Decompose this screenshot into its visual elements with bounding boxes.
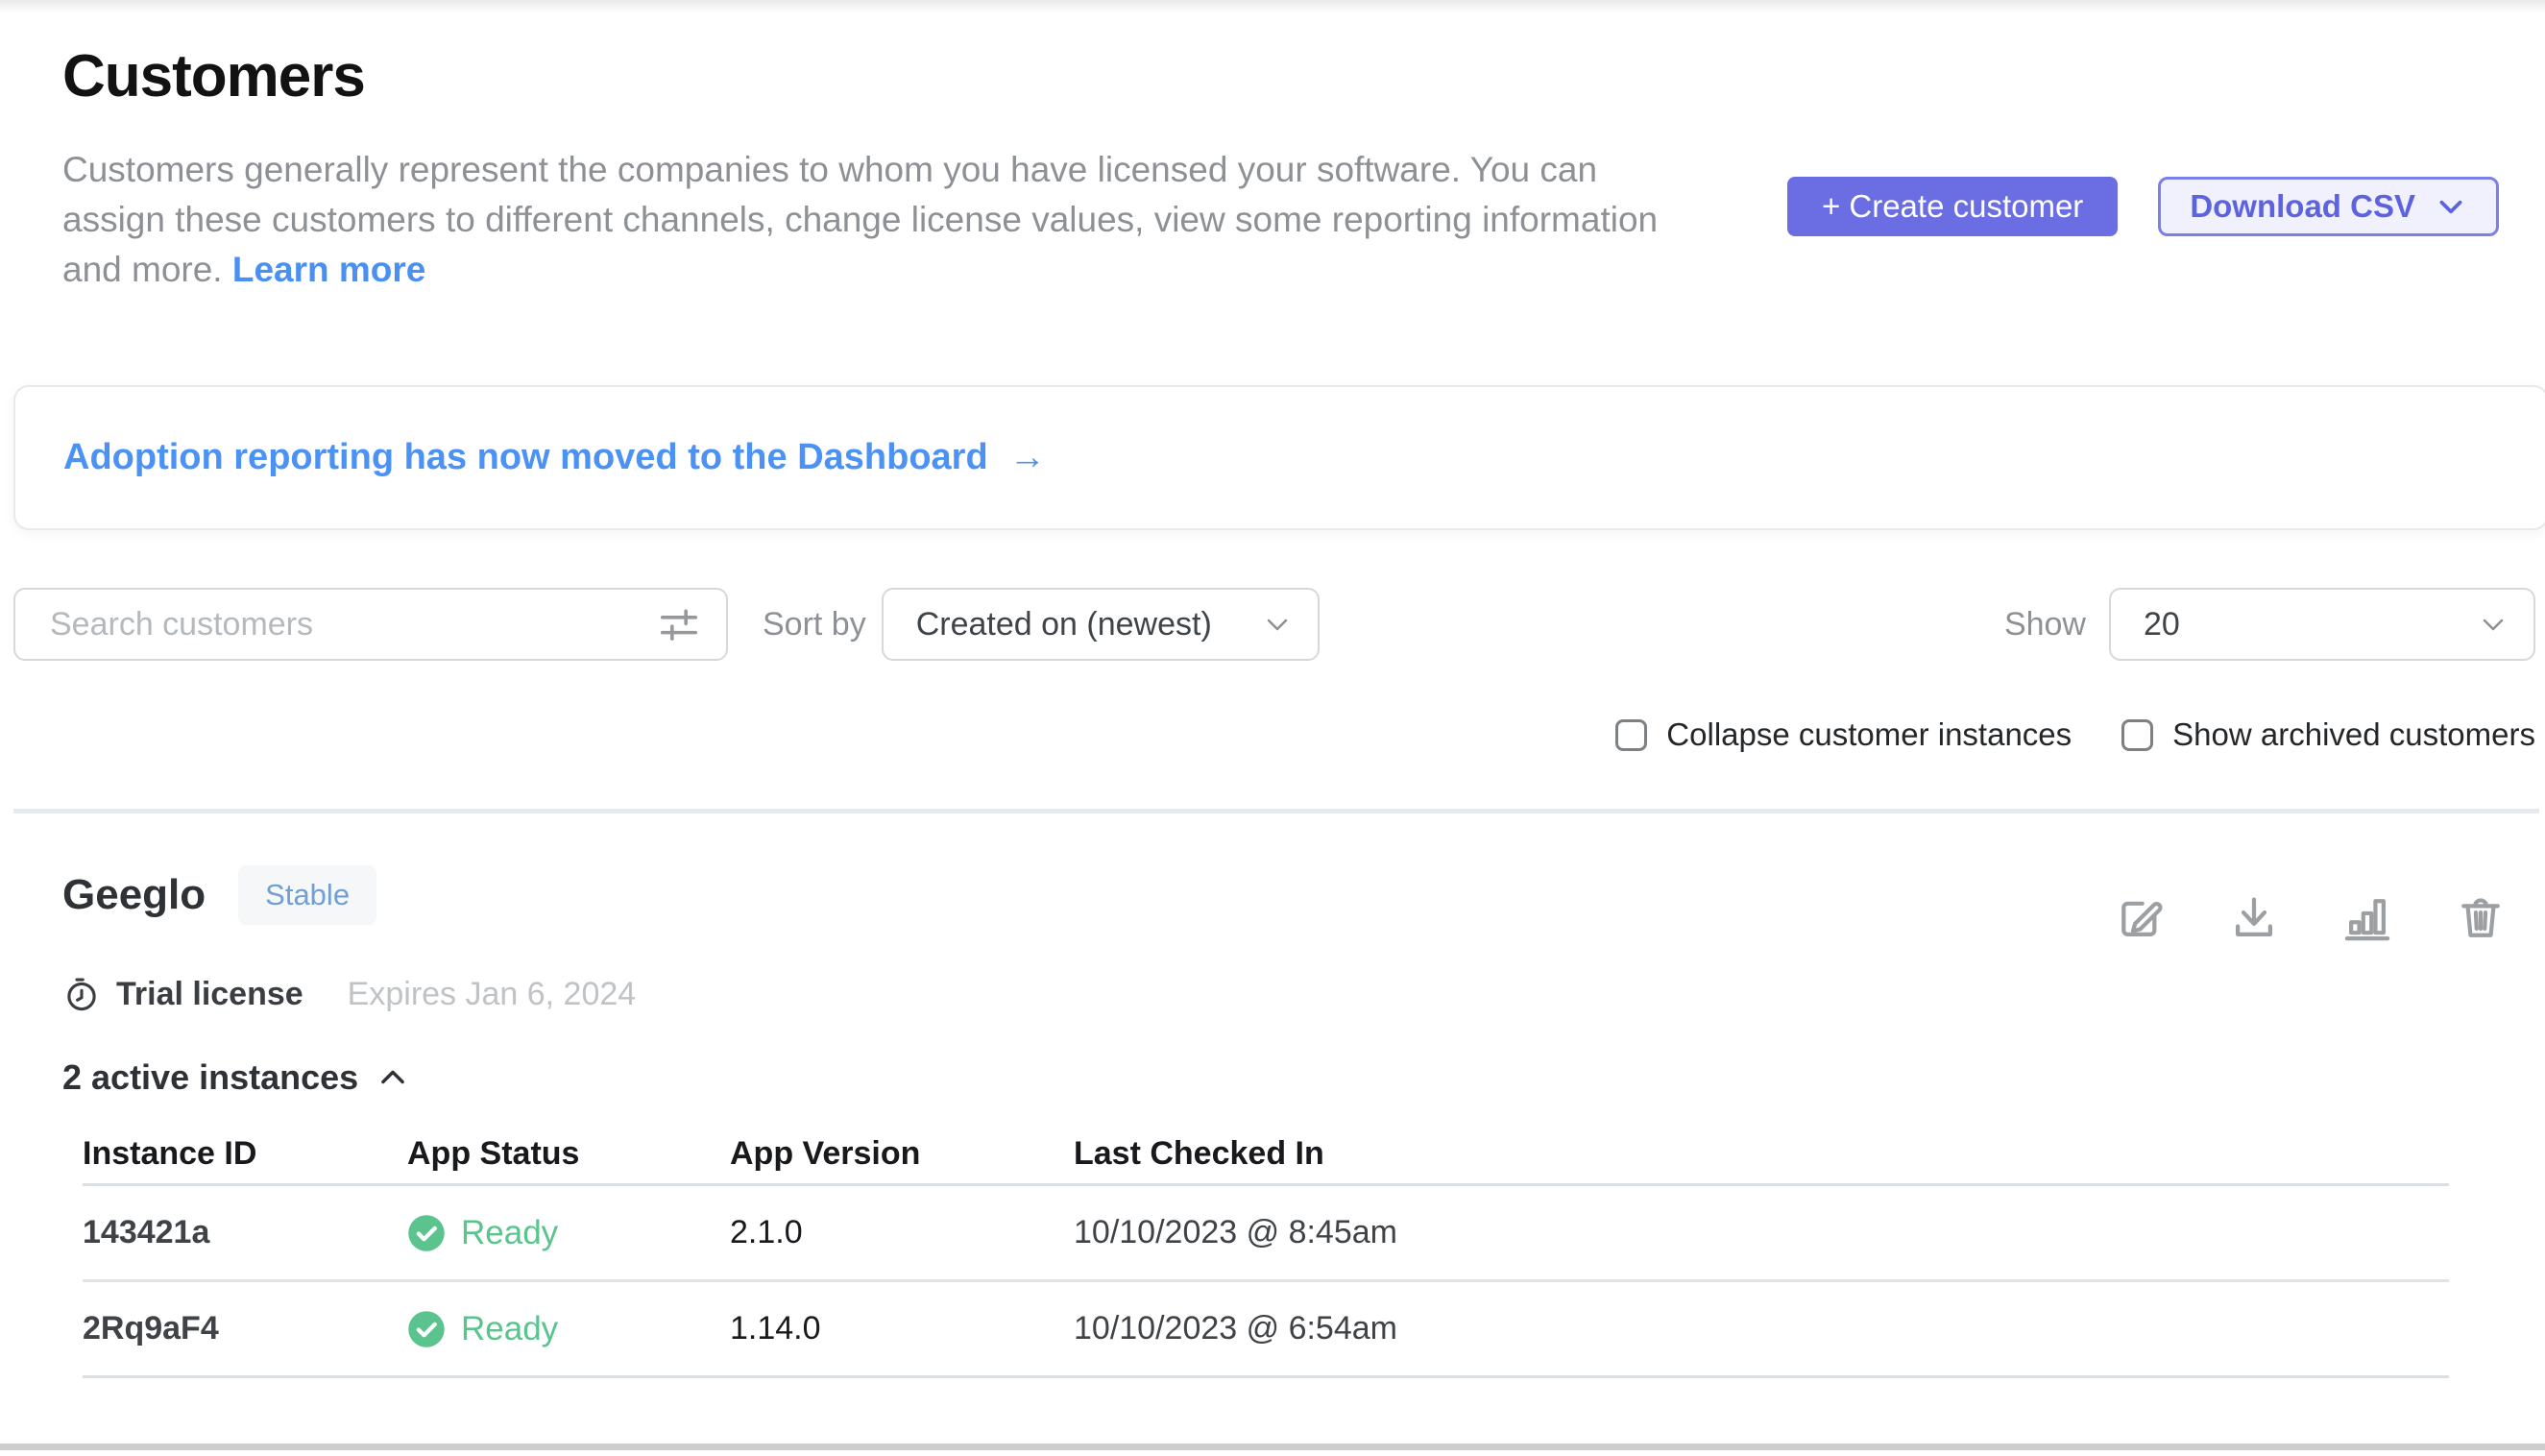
status-text: Ready xyxy=(461,1310,558,1348)
channel-badge: Stable xyxy=(238,865,376,925)
adoption-banner-link[interactable]: Adoption reporting has now moved to the … xyxy=(63,437,1046,478)
top-scroll-fade xyxy=(0,0,2545,13)
collapse-instances-checkbox[interactable] xyxy=(1615,719,1647,751)
trial-clock-icon xyxy=(62,975,101,1013)
last-checked-in: 10/10/2023 @ 6:54am xyxy=(1074,1310,2449,1347)
header-actions: + Create customer Download CSV xyxy=(1787,177,2499,236)
table-header-row: Instance ID App Status App Version Last … xyxy=(83,1125,2449,1186)
customer-name: Geeglo xyxy=(62,865,206,925)
show-count-select[interactable]: 20 xyxy=(2109,588,2535,661)
sort-select[interactable]: Created on (newest) xyxy=(882,588,1320,661)
chevron-down-icon xyxy=(2478,609,2509,640)
table-row: 143421a Ready 2.1.0 10/10/2023 @ 8:45am xyxy=(83,1186,2449,1282)
adoption-banner: Adoption reporting has now moved to the … xyxy=(13,385,2545,530)
active-instances-toggle[interactable]: 2 active instances xyxy=(62,1057,410,1098)
adoption-banner-text: Adoption reporting has now moved to the … xyxy=(63,437,988,478)
customers-page: Customers Customers generally represent … xyxy=(0,42,2545,1450)
edit-customer-button[interactable] xyxy=(2115,892,2167,944)
arrow-right-icon: → xyxy=(1009,437,1046,478)
col-last-checked-in: Last Checked In xyxy=(1074,1135,2449,1173)
status-badge: Ready xyxy=(407,1310,730,1348)
collapse-instances-toggle[interactable]: Collapse customer instances xyxy=(1615,716,2072,753)
create-customer-button[interactable]: + Create customer xyxy=(1787,177,2118,236)
show-archived-toggle[interactable]: Show archived customers xyxy=(2121,716,2535,753)
license-expiry: Expires Jan 6, 2024 xyxy=(348,976,637,1013)
instances-table: Instance ID App Status App Version Last … xyxy=(83,1125,2449,1378)
table-row: 2Rq9aF4 Ready 1.14.0 10/10/2023 @ 6:54am xyxy=(83,1282,2449,1378)
page-description: Customers generally represent the compan… xyxy=(62,145,1695,295)
col-app-version: App Version xyxy=(730,1135,1074,1173)
search-wrap xyxy=(13,588,728,661)
filter-row: Sort by Created on (newest) Show 20 xyxy=(13,588,2535,661)
caret-up-icon xyxy=(376,1060,410,1095)
download-csv-label: Download CSV xyxy=(2190,188,2415,225)
show-archived-checkbox[interactable] xyxy=(2121,719,2153,751)
section-divider xyxy=(13,809,2539,813)
search-input[interactable] xyxy=(13,588,728,661)
bottom-divider xyxy=(0,1444,2545,1450)
checkbox-row: Collapse customer instances Show archive… xyxy=(0,716,2535,753)
filter-sliders-icon[interactable] xyxy=(657,602,701,646)
customer-actions xyxy=(2115,892,2507,944)
download-license-button[interactable] xyxy=(2228,892,2280,944)
chevron-down-icon xyxy=(2435,190,2467,223)
check-circle-icon xyxy=(407,1214,446,1252)
collapse-instances-label: Collapse customer instances xyxy=(1666,716,2072,753)
instance-id: 2Rq9aF4 xyxy=(83,1310,407,1347)
learn-more-link[interactable]: Learn more xyxy=(232,250,426,289)
delete-customer-button[interactable] xyxy=(2455,892,2507,944)
chevron-down-icon xyxy=(1262,609,1293,640)
col-app-status: App Status xyxy=(407,1135,730,1173)
sort-select-value: Created on (newest) xyxy=(916,606,1212,643)
download-csv-button[interactable]: Download CSV xyxy=(2158,177,2499,236)
col-instance-id: Instance ID xyxy=(83,1135,407,1173)
app-version: 2.1.0 xyxy=(730,1214,1074,1251)
show-archived-label: Show archived customers xyxy=(2172,716,2535,753)
license-type: Trial license xyxy=(116,976,303,1013)
sort-by-label: Sort by xyxy=(763,606,866,643)
page-title: Customers xyxy=(62,42,2545,110)
customer-header: Geeglo Stable xyxy=(62,865,2507,944)
app-version: 1.14.0 xyxy=(730,1310,1074,1347)
license-row: Trial license Expires Jan 6, 2024 xyxy=(62,975,2545,1013)
status-text: Ready xyxy=(461,1214,558,1252)
instance-id: 143421a xyxy=(83,1214,407,1251)
active-instances-label: 2 active instances xyxy=(62,1057,358,1098)
show-label: Show xyxy=(2004,606,2086,643)
bar-chart-button[interactable] xyxy=(2341,892,2393,944)
check-circle-icon xyxy=(407,1310,446,1348)
show-count-value: 20 xyxy=(2144,606,2180,643)
last-checked-in: 10/10/2023 @ 8:45am xyxy=(1074,1214,2449,1251)
status-badge: Ready xyxy=(407,1214,730,1252)
